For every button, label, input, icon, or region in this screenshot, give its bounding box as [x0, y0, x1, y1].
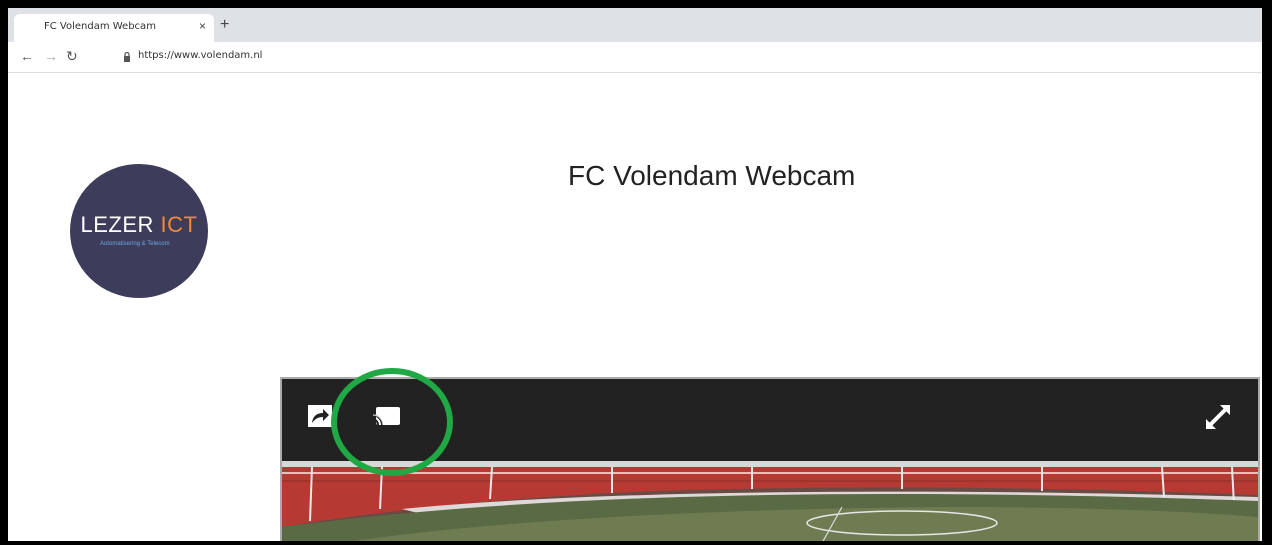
new-tab-icon[interactable]: +	[220, 17, 229, 33]
logo-subtitle: Automatisering & Telecom	[100, 241, 170, 247]
lock-icon	[124, 52, 130, 62]
forward-icon[interactable]: →	[44, 48, 58, 64]
reload-icon[interactable]: ↻	[66, 48, 78, 65]
page-title: FC Volendam Webcam	[568, 160, 856, 191]
share-icon[interactable]	[308, 405, 332, 427]
stadium-view	[282, 461, 1258, 541]
browser-toolbar: ← → ↻ https://www.volendam.nl	[8, 42, 1262, 73]
tab-close-icon[interactable]: ×	[199, 19, 206, 33]
lezer-ict-logo: LEZER ICT Automatisering & Telecom	[70, 164, 208, 298]
back-icon[interactable]: ←	[20, 48, 34, 64]
browser-tab[interactable]: FC Volendam Webcam ×	[14, 14, 214, 42]
browser-window: FC Volendam Webcam × + ← → ↻ https://www…	[8, 8, 1262, 541]
tab-strip: FC Volendam Webcam × +	[8, 8, 1262, 42]
highlight-circle-annotation	[331, 368, 453, 476]
logo-text: LEZER	[80, 212, 161, 237]
webcam-stadium-image[interactable]	[282, 461, 1258, 541]
logo-text-accent: ICT	[160, 212, 198, 237]
address-bar[interactable]: https://www.volendam.nl	[138, 50, 262, 61]
tab-title: FC Volendam Webcam	[44, 21, 156, 32]
fullscreen-icon[interactable]	[1206, 405, 1230, 429]
